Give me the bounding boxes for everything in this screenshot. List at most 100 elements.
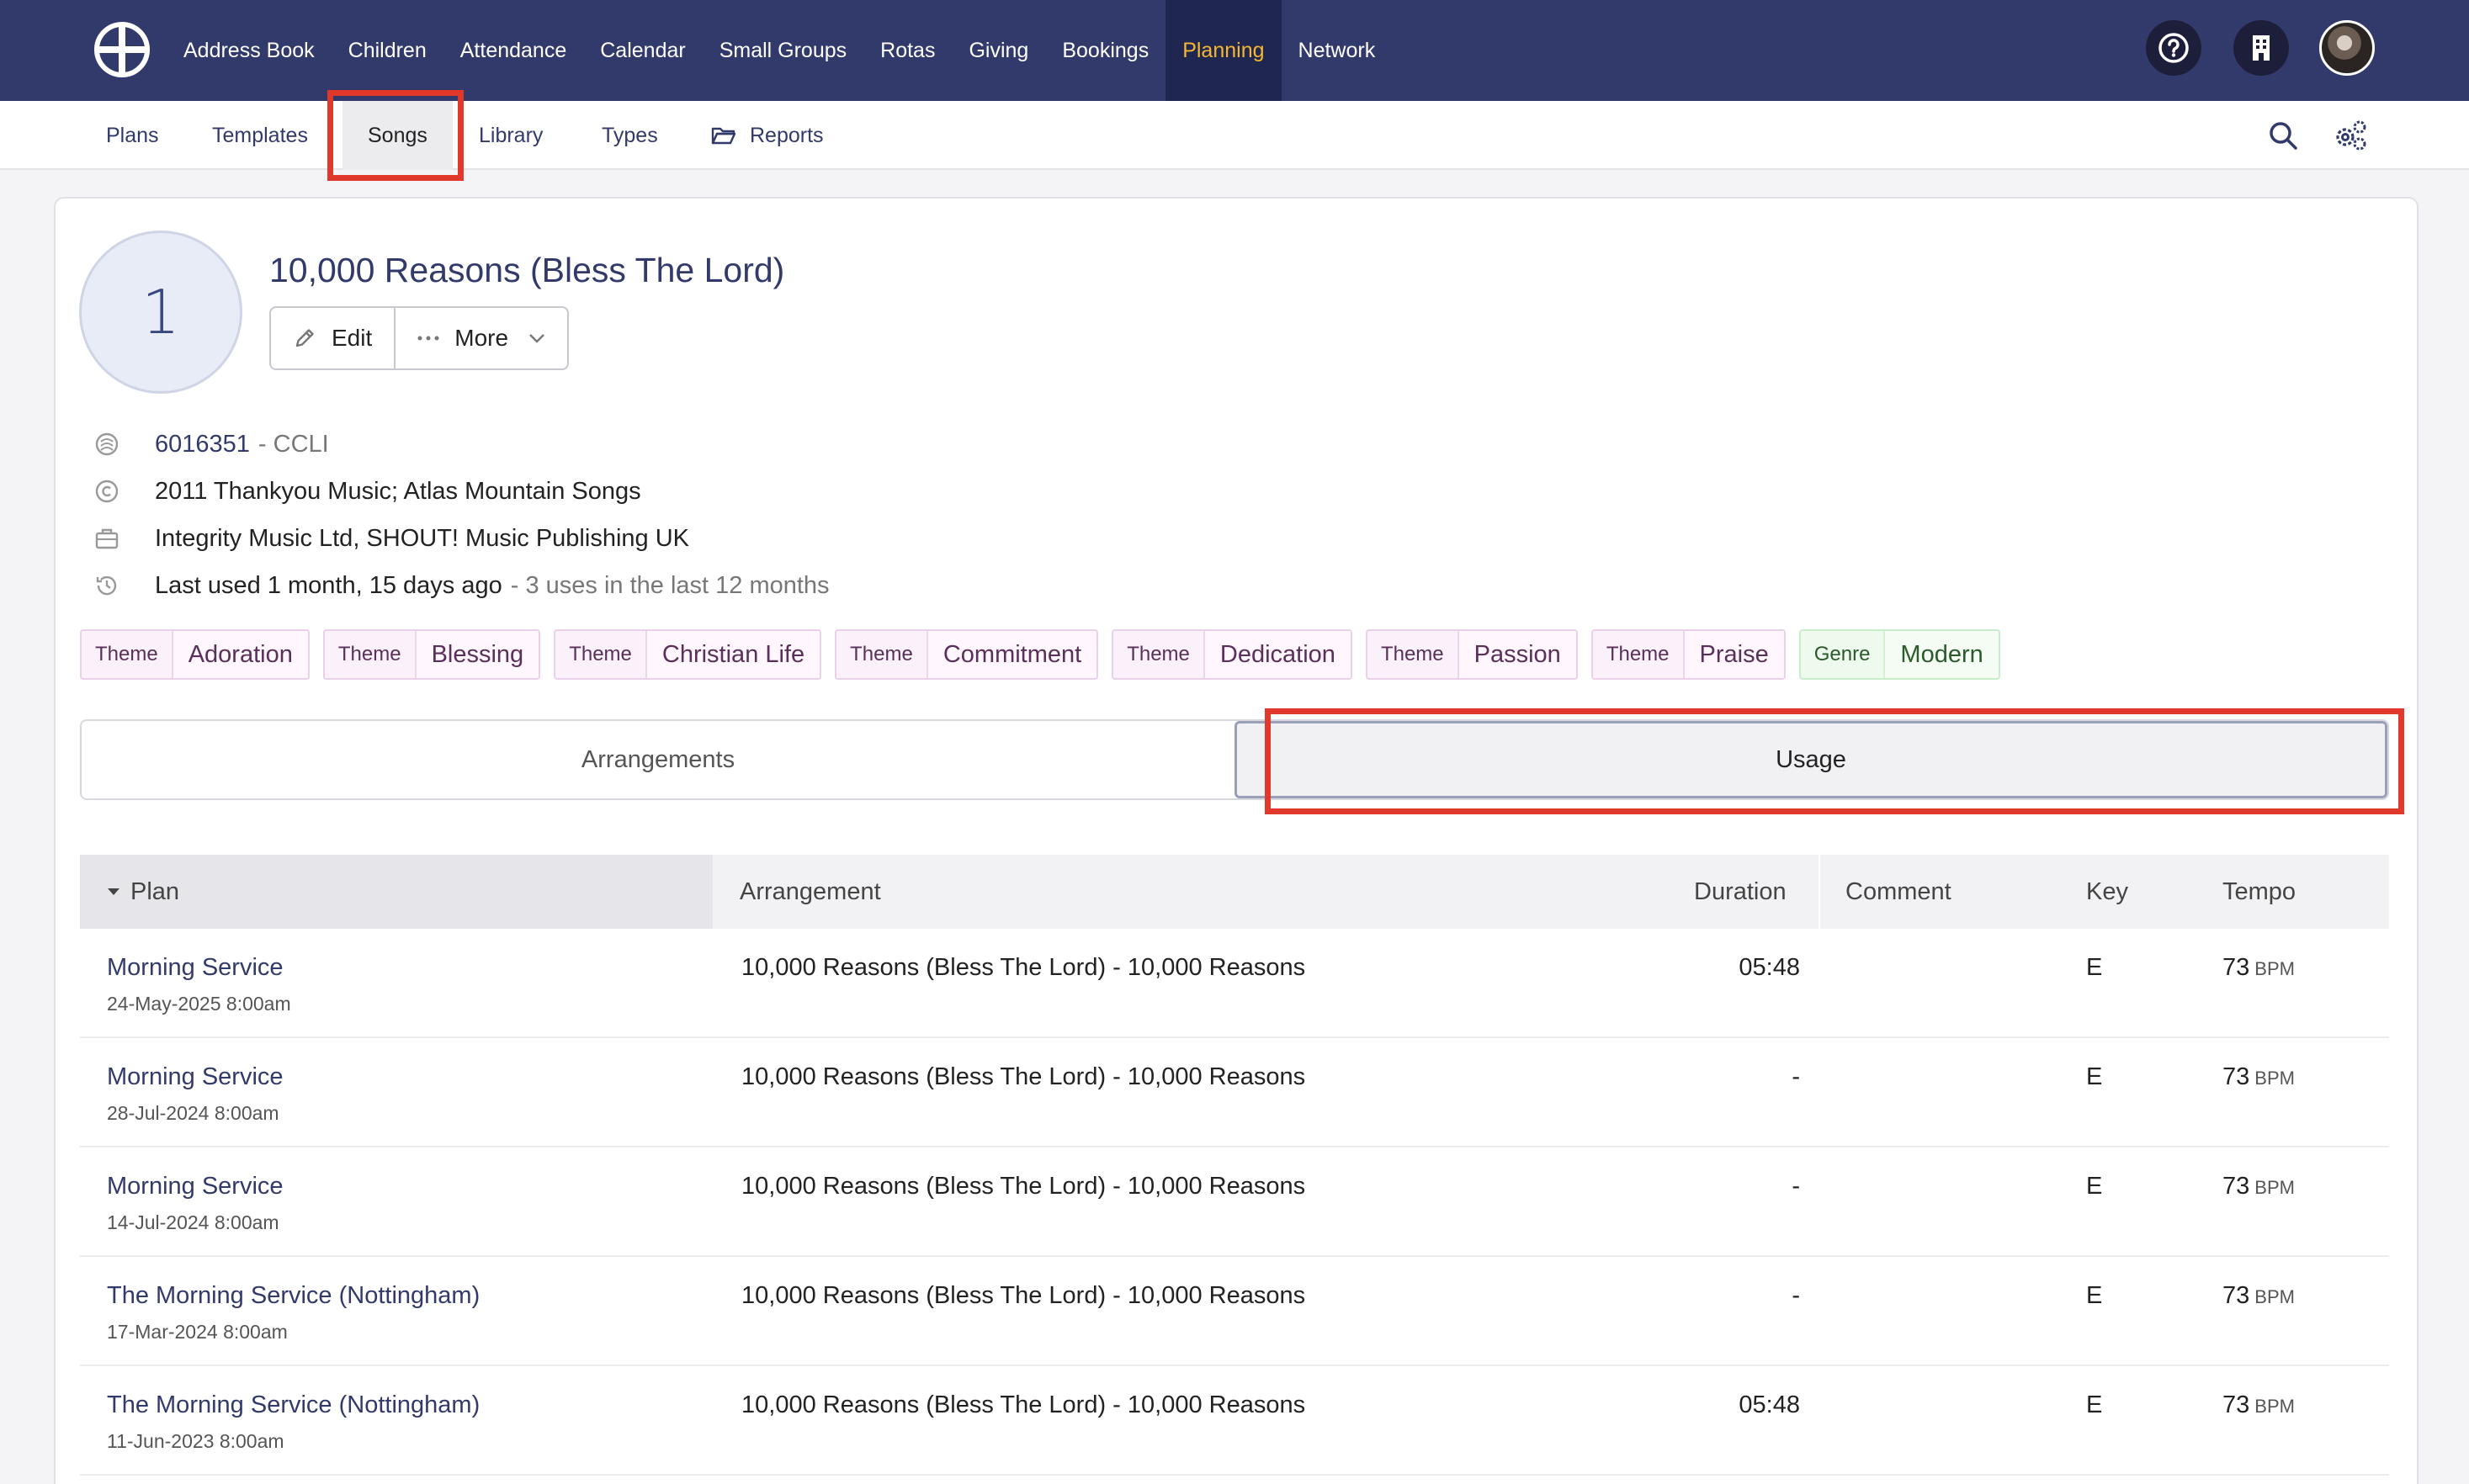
edit-label: Edit [332,325,373,351]
gears-icon [2336,120,2366,151]
table-row: The Morning Service (Nottingham) 11-Jun-… [80,1366,2389,1476]
tag-key: Theme [1113,631,1205,678]
history-icon [93,571,121,600]
column-header-key[interactable]: Key [2086,855,2128,929]
church-logo-icon[interactable] [94,22,150,77]
plan-date: 11-Jun-2023 8:00am [107,1430,284,1452]
key-cell: E [2086,1063,2103,1090]
top-navigation: Address Book Children Attendance Calenda… [0,0,2469,101]
tag-blessing[interactable]: Theme Blessing [322,629,541,680]
table-row: Morning Service 24-May-2025 8:00am 10,00… [80,929,2389,1038]
organisation-button[interactable] [2233,20,2289,76]
nav-item-attendance[interactable]: Attendance [443,0,584,101]
key-cell: E [2086,1282,2103,1309]
more-button[interactable]: More [394,308,567,368]
songs-highlight-box [327,90,464,181]
ccli-number-link[interactable]: 6016351 [155,431,250,458]
tempo-value: 73 [2222,1173,2250,1200]
tag-key: Theme [82,631,173,678]
nav-item-small-groups[interactable]: Small Groups [703,0,863,101]
nav-item-children[interactable]: Children [332,0,443,101]
publisher-row: Integrity Music Ltd, SHOUT! Music Publis… [93,522,689,555]
help-button[interactable] [2146,20,2201,76]
column-header-tempo[interactable]: Tempo [2222,855,2296,929]
duration-cell: 05:48 [1739,1391,1800,1418]
tag-christian-life[interactable]: Theme Christian Life [554,629,822,680]
folder-icon [711,127,736,145]
arrangement-cell: 10,000 Reasons (Bless The Lord) - 10,000… [741,1173,1306,1200]
subnav-library[interactable]: Library [479,101,543,170]
subnav-templates[interactable]: Templates [212,101,308,170]
plan-link[interactable]: Morning Service [107,1063,284,1091]
tag-value: Christian Life [646,631,820,678]
search-button[interactable] [2262,114,2304,156]
tag-modern[interactable]: Genre Modern [1798,629,2000,680]
plan-link[interactable]: Morning Service [107,1173,284,1200]
tag-commitment[interactable]: Theme Commitment [835,629,1099,680]
nav-item-calendar[interactable]: Calendar [583,0,702,101]
column-header-arrangement[interactable]: Arrangement [740,855,881,929]
tag-value: Passion [1458,631,1576,678]
nav-item-planning[interactable]: Planning [1165,0,1282,101]
bpm-unit: BPM [2254,1177,2295,1198]
tag-praise[interactable]: Theme Praise [1590,629,1786,680]
copyright-row: 2011 Thankyou Music; Atlas Mountain Song… [93,474,641,508]
key-cell: E [2086,1173,2103,1200]
arrangement-cell: 10,000 Reasons (Bless The Lord) - 10,000… [741,1063,1306,1090]
tag-dedication[interactable]: Theme Dedication [1112,629,1352,680]
tempo-value: 73 [2222,1063,2250,1090]
tempo-cell: 73 BPM [2222,1282,2295,1310]
subnav-plans[interactable]: Plans [106,101,159,170]
duration-cell: 05:48 [1739,954,1800,981]
table-row: Morning Service 28-Jul-2024 8:00am 10,00… [80,1038,2389,1147]
nav-item-giving[interactable]: Giving [952,0,1045,101]
subnav-types[interactable]: Types [602,101,658,170]
edit-button[interactable]: Edit [271,308,394,368]
tag-value: Praise [1684,631,1784,678]
tag-key: Theme [555,631,647,678]
bpm-unit: BPM [2254,1396,2295,1417]
plan-link[interactable]: The Morning Service (Nottingham) [107,1391,480,1419]
tab-arrangements[interactable]: Arrangements [82,721,1234,798]
plan-date: 17-Mar-2024 8:00am [107,1321,288,1343]
tempo-value: 73 [2222,1282,2250,1309]
settings-button[interactable] [2329,114,2371,156]
subnav-reports[interactable]: Reports [711,101,824,170]
column-divider [1819,855,1820,929]
sort-down-icon [108,888,119,895]
building-icon [2253,35,2270,61]
search-icon [2270,122,2297,150]
tag-passion[interactable]: Theme Passion [1365,629,1578,680]
copyright-icon [93,477,121,506]
arrangement-cell: 10,000 Reasons (Bless The Lord) - 10,000… [741,1282,1306,1309]
publisher-text: Integrity Music Ltd, SHOUT! Music Publis… [155,524,689,552]
duration-cell: - [1792,1282,1800,1309]
tag-key: Theme [1367,631,1459,678]
subnav-reports-label: Reports [750,123,824,147]
nav-item-rotas[interactable]: Rotas [863,0,952,101]
tag-value: Dedication [1204,631,1351,678]
key-cell: E [2086,954,2103,981]
table-row: Morning Service 14-Jul-2024 8:00am 10,00… [80,1147,2389,1257]
column-header-duration[interactable]: Duration [1694,855,1787,929]
tag-key: Theme [1593,631,1685,678]
tag-adoration[interactable]: Theme Adoration [80,629,310,680]
tempo-cell: 73 BPM [2222,954,2295,982]
tempo-value: 73 [2222,954,2250,981]
column-header-comment[interactable]: Comment [1845,855,1951,929]
tag-key: Genre [1801,631,1886,678]
more-label: More [454,325,509,351]
column-header-plan[interactable]: Plan [80,855,713,929]
song-number-avatar: 1 [79,231,242,394]
tempo-value: 73 [2222,1391,2250,1418]
plan-link[interactable]: Morning Service [107,954,284,982]
bpm-unit: BPM [2254,958,2295,979]
nav-item-bookings[interactable]: Bookings [1045,0,1165,101]
table-row: The Morning Service (Nottingham) 17-Mar-… [80,1257,2389,1366]
song-title: 10,000 Reasons (Bless The Lord) [269,251,785,289]
user-avatar[interactable] [2319,20,2375,76]
bpm-unit: BPM [2254,1286,2295,1307]
nav-item-address-book[interactable]: Address Book [167,0,332,101]
nav-item-network[interactable]: Network [1282,0,1393,101]
plan-link[interactable]: The Morning Service (Nottingham) [107,1282,480,1310]
